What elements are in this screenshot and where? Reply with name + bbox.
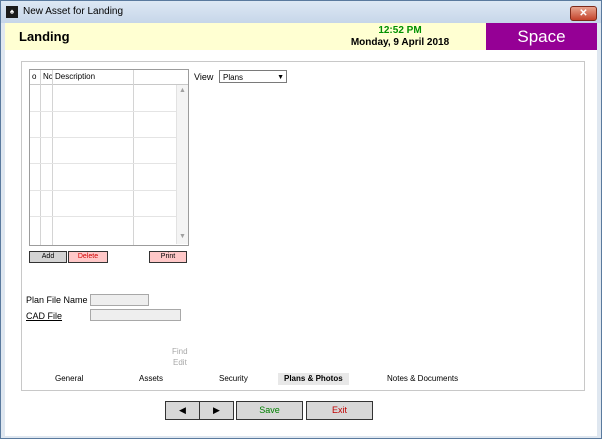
client-area: Landing 12:52 PM Monday, 9 April 2018 Sp… <box>5 23 597 436</box>
add-button[interactable]: Add <box>29 251 67 263</box>
plan-file-name-field[interactable] <box>90 294 149 306</box>
column-header-description[interactable]: Description <box>55 72 95 81</box>
clock-date: Monday, 9 April 2018 <box>350 37 450 48</box>
tab-security[interactable]: Security <box>219 373 248 385</box>
column-header-o[interactable]: o <box>32 72 36 81</box>
save-button[interactable]: Save <box>236 401 303 420</box>
plans-panel: o Nc Description ▲ ▼ Add Delete Print Vi… <box>21 61 585 391</box>
application-window: ♠ New Asset for Landing ✕ Landing 12:52 … <box>0 0 602 439</box>
view-label: View <box>194 72 214 82</box>
find-button[interactable]: Find <box>172 347 188 356</box>
title-bar: ♠ New Asset for Landing ✕ <box>1 1 601 23</box>
grid-column-divider <box>40 70 41 245</box>
arrow-left-icon: ◀ <box>179 405 186 415</box>
grid-header: o Nc Description <box>30 70 188 85</box>
tab-plans-photos[interactable]: Plans & Photos <box>278 373 349 385</box>
grid-row-line <box>30 216 176 217</box>
plan-file-name-label: Plan File Name <box>26 295 88 305</box>
edit-button[interactable]: Edit <box>173 358 187 367</box>
cad-file-field[interactable] <box>90 309 181 321</box>
grid-row-line <box>30 111 176 112</box>
print-button[interactable]: Print <box>149 251 187 263</box>
grid-column-divider <box>52 70 53 245</box>
previous-record-button[interactable]: ◀ <box>165 401 200 420</box>
scroll-up-icon[interactable]: ▲ <box>179 87 186 94</box>
next-record-button[interactable]: ▶ <box>199 401 234 420</box>
window-title: New Asset for Landing <box>23 6 124 17</box>
page-title: Landing <box>19 29 70 44</box>
tab-bar: General Assets Security Plans & Photos N… <box>19 373 479 387</box>
app-icon: ♠ <box>6 6 18 18</box>
view-select[interactable]: Plans ▼ <box>219 70 287 83</box>
tab-assets[interactable]: Assets <box>139 373 163 385</box>
chevron-down-icon: ▼ <box>277 74 284 81</box>
scroll-down-icon[interactable]: ▼ <box>179 233 186 240</box>
tab-notes-documents[interactable]: Notes & Documents <box>387 373 458 385</box>
cad-file-link[interactable]: CAD File <box>26 311 62 321</box>
tab-general[interactable]: General <box>55 373 83 385</box>
exit-button[interactable]: Exit <box>306 401 373 420</box>
grid-column-divider <box>133 70 134 245</box>
space-button[interactable]: Space <box>486 23 597 50</box>
plans-grid[interactable]: o Nc Description ▲ ▼ <box>29 69 189 246</box>
arrow-right-icon: ▶ <box>213 405 220 415</box>
clock-time: 12:52 PM <box>378 25 422 36</box>
grid-row-line <box>30 137 176 138</box>
close-button[interactable]: ✕ <box>570 6 597 21</box>
grid-row-line <box>30 190 176 191</box>
view-selected-value: Plans <box>223 73 244 82</box>
grid-scrollbar[interactable]: ▲ ▼ <box>176 85 188 244</box>
clock: 12:52 PM Monday, 9 April 2018 <box>311 23 489 50</box>
grid-row-line <box>30 163 176 164</box>
delete-button[interactable]: Delete <box>68 251 108 263</box>
